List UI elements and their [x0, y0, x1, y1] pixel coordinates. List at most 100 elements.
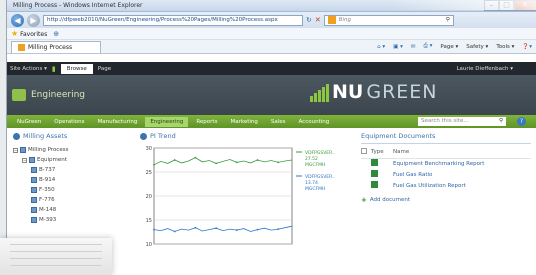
asset-tree: − Milling Process − Equipment B-737 B-914 F-35… — [13, 145, 123, 225]
site-search-placeholder: Search this site... — [421, 118, 469, 124]
favorites-button[interactable]: ★ Favorites — [11, 29, 47, 38]
forward-button[interactable]: ▶ — [27, 13, 40, 27]
pi-trend-title: PI Trend — [150, 132, 176, 140]
refresh-icon[interactable]: ↻ — [306, 16, 312, 24]
legend-label: VDFPGSVER.. — [305, 150, 335, 156]
tree-item[interactable]: B-914 — [13, 175, 123, 185]
table-row[interactable]: Equipment Benchmarking Report — [361, 158, 531, 169]
page-menu[interactable]: Page ▾ — [440, 44, 458, 50]
data-point — [277, 161, 280, 164]
print-icon[interactable]: ⎙ ▾ — [423, 43, 432, 50]
tree-item-label: B-914 — [39, 177, 56, 183]
tree-item-label: F-350 — [39, 187, 55, 193]
collapse-icon[interactable]: − — [22, 157, 27, 163]
data-point — [277, 228, 280, 231]
nugreen-logo: NU GREEN — [310, 83, 438, 102]
data-point — [235, 161, 238, 164]
tree-item-label: M-148 — [39, 207, 57, 213]
tab-label: Milling Process — [28, 43, 73, 51]
equipment-documents-panel: Equipment Documents Type Name Equipment … — [361, 132, 531, 204]
tab-milling-process[interactable]: Milling Process — [11, 40, 101, 53]
site-title[interactable]: Engineering — [31, 90, 85, 100]
document-link[interactable]: Fuel Gas Ratio — [393, 169, 531, 180]
logo-text-light: GREEN — [366, 81, 438, 103]
y-tick-label: 15 — [146, 218, 152, 224]
nav-nugreen[interactable]: NuGreen — [12, 119, 46, 125]
tools-menu[interactable]: Tools ▾ — [496, 44, 514, 50]
data-point — [256, 228, 259, 231]
safety-menu[interactable]: Safety ▾ — [466, 44, 488, 50]
help-icon[interactable]: ❓▾ — [522, 44, 532, 50]
legend-label: 27.52 — [305, 156, 318, 162]
site-actions-menu[interactable]: Site Actions ▾ — [10, 66, 47, 72]
equipment-icon — [31, 187, 37, 193]
equipment-icon — [31, 177, 37, 183]
collapse-icon[interactable]: − — [13, 147, 18, 153]
excel-file-icon — [371, 181, 378, 188]
tree-item[interactable]: M-148 — [13, 205, 123, 215]
name-column-header[interactable]: Name — [393, 147, 531, 159]
legend-label: VDFPGSVER.. — [305, 174, 335, 180]
nav-engineering[interactable]: Engineering — [145, 116, 189, 127]
bing-icon — [327, 16, 336, 24]
browser-window: Milling Process - Windows Internet Explo… — [6, 0, 536, 275]
window-title: Milling Process - Windows Internet Explo… — [13, 2, 143, 9]
sharepoint-ribbon: Site Actions ▾ ▮ Browse Page Laurie Dief… — [7, 62, 536, 75]
search-icon[interactable]: ⚲ — [446, 17, 450, 23]
tree-item-label: F-776 — [39, 197, 55, 203]
table-row[interactable]: Fuel Gas Ratio — [361, 169, 531, 180]
nav-reports[interactable]: Reports — [191, 119, 222, 125]
tab-page[interactable]: Page — [98, 66, 111, 72]
tree-item[interactable]: − Milling Process — [13, 145, 123, 155]
user-menu[interactable]: Laurie Dieffenbach ▾ — [456, 66, 513, 72]
foreground-paper — [0, 238, 112, 275]
home-icon[interactable]: ⌂ ▾ — [377, 44, 385, 50]
excel-file-icon — [371, 159, 378, 167]
stop-icon[interactable]: ✕ — [315, 16, 321, 24]
site-search-input[interactable]: Search this site... ⚲ — [418, 117, 506, 126]
type-column-header[interactable]: Type — [371, 147, 393, 159]
nav-sales[interactable]: Sales — [266, 119, 291, 125]
tree-item[interactable]: M-393 — [13, 215, 123, 225]
tree-item-label: Milling Process — [28, 147, 69, 153]
document-link[interactable]: Equipment Benchmarking Report — [393, 158, 531, 169]
milling-assets-header: Milling Assets — [13, 132, 123, 140]
site-icon — [12, 89, 26, 101]
nav-accounting[interactable]: Accounting — [294, 119, 335, 125]
tree-item[interactable]: − Equipment — [13, 155, 123, 165]
address-bar[interactable]: http://dfpweb2010/NuGreen/Engineering/Pr… — [43, 14, 303, 26]
data-point — [173, 230, 176, 233]
select-all-checkbox[interactable] — [361, 148, 367, 155]
feeds-icon[interactable]: ▣ ▾ — [393, 44, 403, 50]
excel-file-icon — [371, 170, 378, 177]
equipment-icon — [31, 197, 37, 203]
milling-assets-title: Milling Assets — [23, 132, 68, 140]
nav-operations[interactable]: Operations — [49, 119, 89, 125]
table-row[interactable]: Fuel Gas Utilization Report — [361, 180, 531, 191]
screen-glare — [387, 0, 536, 10]
add-favorite-icon[interactable]: ⊕ — [53, 30, 59, 38]
legend-label: MGCFMH — [305, 162, 325, 168]
back-button[interactable]: ◀ — [11, 13, 24, 27]
equipment-icon — [31, 167, 37, 173]
data-point — [153, 228, 155, 231]
plus-icon: + — [361, 196, 367, 204]
tree-item[interactable]: B-737 — [13, 165, 123, 175]
pi-trend-chart[interactable]: 3025201510VDFPGSVER..27.52MGCFMHVDFPGSVE… — [140, 144, 350, 254]
nav-marketing[interactable]: Marketing — [225, 119, 262, 125]
nav-manufacturing[interactable]: Manufacturing — [93, 119, 143, 125]
tree-item[interactable]: F-776 — [13, 195, 123, 205]
search-input[interactable]: Bing ⚲ — [323, 14, 454, 26]
y-tick-label: 10 — [146, 242, 152, 248]
trend-icon — [140, 132, 147, 140]
mail-icon[interactable]: ✉ — [411, 44, 416, 50]
site-help-icon[interactable]: ? — [517, 117, 526, 126]
data-point — [194, 156, 197, 159]
document-link[interactable]: Fuel Gas Utilization Report — [393, 180, 531, 191]
site-search-icon[interactable]: ⚲ — [499, 117, 506, 126]
tree-item[interactable]: F-350 — [13, 185, 123, 195]
search-placeholder: Bing — [338, 17, 352, 23]
tab-browse[interactable]: Browse — [60, 63, 93, 74]
add-document-link[interactable]: + Add document — [361, 196, 531, 204]
edit-page-icon[interactable]: ▮ — [52, 65, 56, 73]
